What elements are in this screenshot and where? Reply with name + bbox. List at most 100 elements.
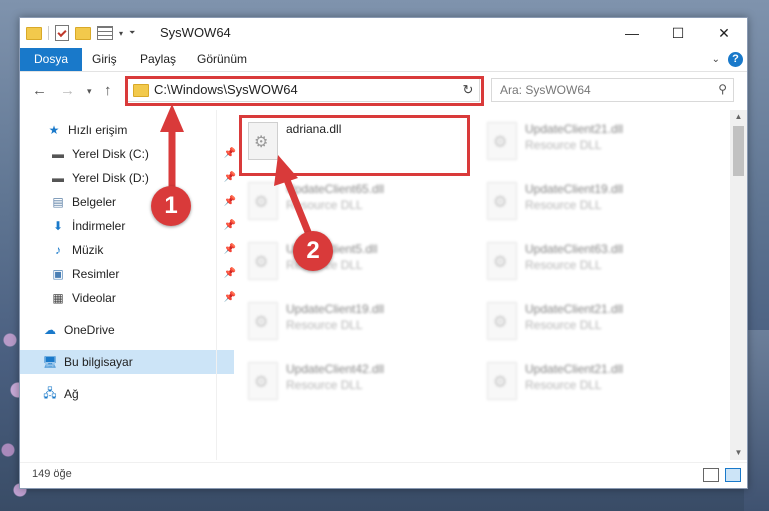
sidebar-item-pictures[interactable]: ▣ Resimler 📌 <box>20 262 242 286</box>
sidebar-item-label: Müzik <box>72 243 104 257</box>
help-icon[interactable]: ? <box>728 52 743 67</box>
file-name: UpdateClient19.dll <box>525 182 624 196</box>
file-type: Resource DLL <box>525 198 602 212</box>
file-type: Resource DLL <box>286 318 363 332</box>
sidebar-item-network[interactable]: 🖧 Ağ <box>20 382 234 406</box>
quick-access-toolbar: ▾ ⏷ <box>26 25 135 41</box>
close-button[interactable]: ✕ <box>701 18 747 48</box>
dll-file-icon <box>248 302 278 340</box>
view-icon[interactable] <box>97 26 113 40</box>
file-item[interactable]: UpdateClient63.dll Resource DLL <box>479 236 699 291</box>
sidebar-item-label: Yerel Disk (C:) <box>72 147 149 161</box>
new-folder-icon[interactable] <box>75 26 91 40</box>
customize-toolbar-icon[interactable]: ⏷ <box>129 28 135 38</box>
file-name: UpdateClient65.dll <box>286 182 385 196</box>
forward-arrow-icon[interactable]: → <box>60 82 75 99</box>
drive-icon: ▬ <box>52 171 64 185</box>
tab-view[interactable]: Görünüm <box>197 48 247 71</box>
item-count: 149 öğe <box>32 468 72 480</box>
sidebar-item-videos[interactable]: ▦ Videolar 📌 <box>20 286 242 310</box>
file-type: Resource DLL <box>286 378 363 392</box>
tab-home[interactable]: Giriş <box>92 48 117 71</box>
file-name: UpdateClient21.dll <box>525 122 624 136</box>
scroll-up-icon[interactable]: ▲ <box>730 110 747 124</box>
navigation-bar: ← → ▾ ↑ C:\Windows\SysWOW64 ⌄ ↻ Ara: Sys… <box>20 74 747 106</box>
file-type: Resource DLL <box>525 138 602 152</box>
videos-icon: ▦ <box>52 291 64 305</box>
search-icon[interactable]: ⚲ <box>718 82 727 96</box>
file-item[interactable]: UpdateClient65.dll Resource DLL <box>240 176 460 231</box>
dll-file-icon <box>487 302 517 340</box>
download-icon: ⬇ <box>52 219 64 233</box>
file-name: UpdateClient42.dll <box>286 362 385 376</box>
recent-locations-icon[interactable]: ▾ <box>87 86 92 97</box>
maximize-button[interactable]: ☐ <box>655 18 701 48</box>
sidebar-item-label: Hızlı erişim <box>68 123 128 137</box>
search-placeholder: Ara: SysWOW64 <box>500 83 591 97</box>
dll-file-icon <box>487 182 517 220</box>
sidebar-item-onedrive[interactable]: ☁ OneDrive <box>20 318 234 342</box>
file-item[interactable]: UpdateClient21.dll Resource DLL <box>479 116 699 171</box>
file-item[interactable]: UpdateClient19.dll Resource DLL <box>240 296 460 351</box>
sidebar-item-local-disk-c[interactable]: ▬ Yerel Disk (C:) 📌 <box>20 142 242 166</box>
sidebar-item-music[interactable]: ♪ Müzik 📌 <box>20 238 242 262</box>
file-item[interactable]: UpdateClient5.dll Resource DLL <box>240 236 460 291</box>
navigation-pane: ★ Hızlı erişim ▬ Yerel Disk (C:) 📌 ▬ Yer… <box>20 110 236 460</box>
tab-file[interactable]: Dosya <box>20 48 83 71</box>
file-item[interactable]: UpdateClient21.dll Resource DLL <box>479 356 699 411</box>
details-view-icon[interactable] <box>703 468 719 482</box>
sidebar-item-local-disk-d[interactable]: ▬ Yerel Disk (D:) 📌 <box>20 166 242 190</box>
search-box[interactable]: Ara: SysWOW64 ⚲ <box>491 78 734 102</box>
sidebar-item-documents[interactable]: ▤ Belgeler 📌 <box>20 190 242 214</box>
pictures-icon: ▣ <box>52 267 64 281</box>
file-item[interactable]: UpdateClient19.dll Resource DLL <box>479 176 699 231</box>
tab-share[interactable]: Paylaş <box>140 48 176 71</box>
dll-file-icon <box>487 242 517 280</box>
back-arrow-icon[interactable]: ← <box>32 82 47 99</box>
dll-file-icon <box>248 242 278 280</box>
drive-icon: ▬ <box>52 147 64 161</box>
sidebar-item-label: Belgeler <box>72 195 117 209</box>
large-icons-view-icon[interactable] <box>725 468 741 482</box>
file-type: Resource DLL <box>525 258 602 272</box>
sidebar-item-label: Yerel Disk (D:) <box>72 171 149 185</box>
file-item[interactable]: UpdateClient42.dll Resource DLL <box>240 356 460 411</box>
step-marker-2: 2 <box>293 231 333 271</box>
sidebar-item-label: Ağ <box>64 387 79 401</box>
sidebar-item-downloads[interactable]: ⬇ İndirmeler 📌 <box>20 214 242 238</box>
star-icon: ★ <box>48 123 60 137</box>
file-type: Resource DLL <box>286 198 363 212</box>
file-name: UpdateClient21.dll <box>525 302 624 316</box>
sidebar-item-this-pc[interactable]: 🖥 Bu bilgisayar <box>20 350 234 374</box>
view-switcher <box>703 468 741 482</box>
scroll-thumb[interactable] <box>733 126 744 176</box>
file-item[interactable]: UpdateClient21.dll Resource DLL <box>479 296 699 351</box>
up-arrow-icon[interactable]: ↑ <box>104 82 112 99</box>
sidebar-item-quick-access[interactable]: ★ Hızlı erişim <box>20 118 238 142</box>
vertical-scrollbar[interactable]: ▲ ▼ <box>730 110 747 460</box>
folder-icon <box>26 26 42 40</box>
separator <box>48 26 49 40</box>
window-controls: — ☐ ✕ <box>609 18 747 48</box>
expand-ribbon-icon[interactable]: ⌄ <box>712 54 720 65</box>
documents-icon: ▤ <box>52 195 64 209</box>
scroll-down-icon[interactable]: ▼ <box>730 446 747 460</box>
sidebar-item-label: OneDrive <box>64 323 115 337</box>
chevron-down-icon[interactable]: ▾ <box>119 29 123 38</box>
sidebar-item-label: Bu bilgisayar <box>64 355 133 369</box>
sidebar-item-label: İndirmeler <box>72 219 126 233</box>
music-icon: ♪ <box>55 243 61 257</box>
status-bar: 149 öğe <box>20 462 747 487</box>
step-marker-1: 1 <box>151 186 191 226</box>
file-name: UpdateClient19.dll <box>286 302 385 316</box>
properties-icon[interactable] <box>55 25 69 41</box>
file-type: Resource DLL <box>525 318 602 332</box>
dll-file-icon <box>248 182 278 220</box>
minimize-button[interactable]: — <box>609 18 655 48</box>
dll-file-icon <box>248 362 278 400</box>
sidebar-item-label: Resimler <box>72 267 120 281</box>
ribbon-tabs: Dosya Giriş Paylaş Görünüm ⌄ ? <box>20 48 747 72</box>
pane-divider <box>216 110 217 460</box>
network-icon: 🖧 <box>43 385 57 400</box>
explorer-window: ▾ ⏷ SysWOW64 — ☐ ✕ Dosya Giriş Paylaş Gö… <box>19 17 748 489</box>
